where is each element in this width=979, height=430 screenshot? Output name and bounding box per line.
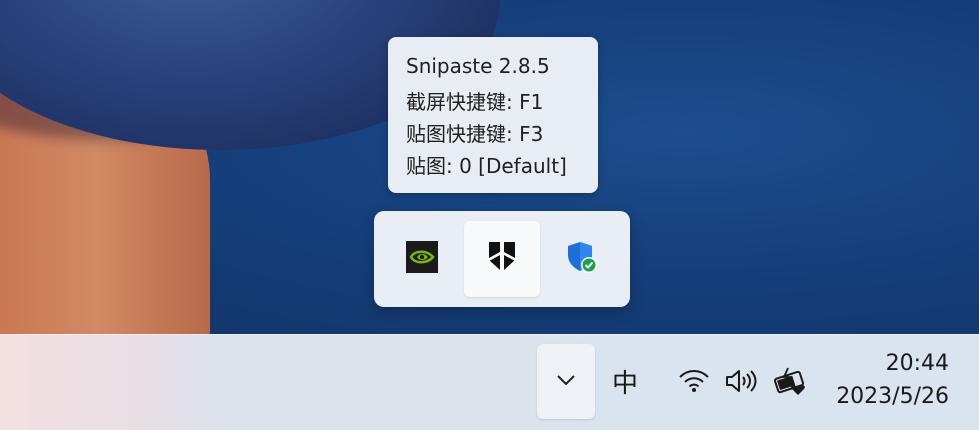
tooltip-paste-hotkey: 贴图快捷键: F3 [406, 122, 544, 146]
tray-item-nvidia[interactable] [384, 221, 460, 297]
battery-charging-icon[interactable] [772, 365, 810, 401]
tooltip-screenshot-hotkey: 截屏快捷键: F1 [406, 90, 544, 114]
input-method-indicator[interactable]: 中 [612, 363, 638, 400]
snipaste-icon [487, 240, 517, 278]
tray-overflow-flyout [374, 211, 630, 307]
show-hidden-icons-button[interactable] [537, 344, 595, 419]
wifi-icon[interactable] [677, 367, 711, 399]
volume-icon[interactable] [724, 367, 760, 399]
tooltip-app-version: Snipaste 2.8.5 [406, 54, 550, 78]
tray-item-windows-security[interactable] [544, 221, 620, 297]
clock-time[interactable]: 20:44 [886, 351, 949, 376]
tray-item-snipaste[interactable] [464, 221, 540, 297]
chevron-down-icon [555, 372, 577, 391]
clock-date[interactable]: 2023/5/26 [836, 384, 949, 409]
snipaste-tooltip: Snipaste 2.8.5 截屏快捷键: F1 贴图快捷键: F3 贴图: 0… [388, 37, 598, 193]
windows-security-icon [565, 240, 599, 278]
nvidia-icon [406, 241, 438, 277]
tooltip-paste-count: 贴图: 0 [Default] [406, 154, 567, 178]
taskbar: 中 20:44 2023/5/26 [0, 334, 979, 430]
